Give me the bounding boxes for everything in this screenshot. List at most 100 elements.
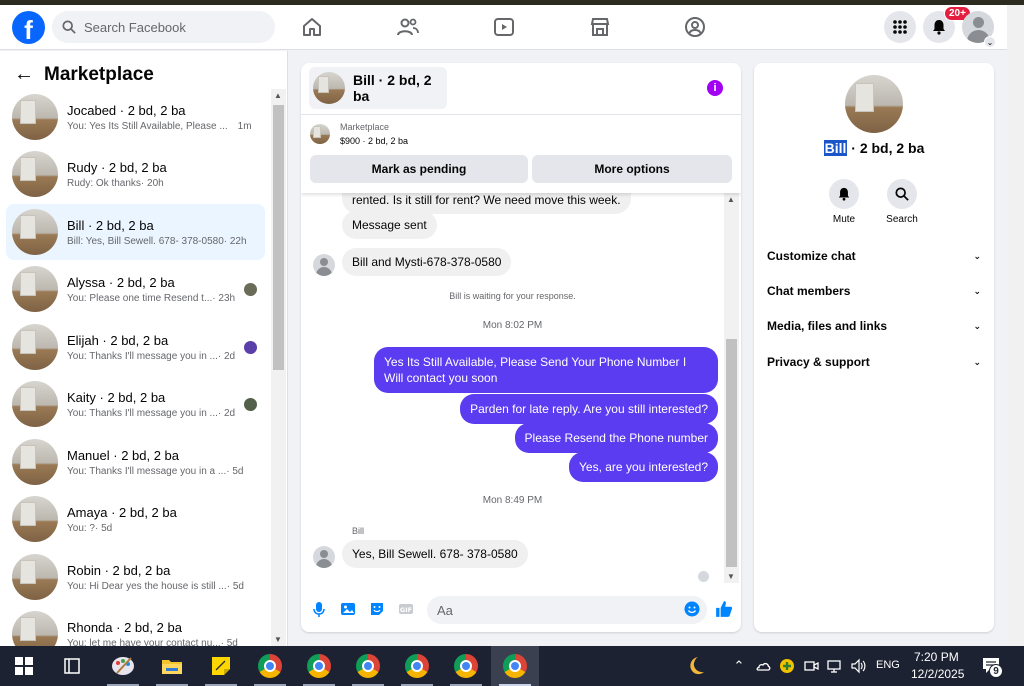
taskbar-file-explorer[interactable] [148, 646, 196, 686]
privacy-support-row[interactable]: Privacy & support ⌄ [767, 351, 981, 373]
scroll-down-arrow-icon[interactable]: ▼ [274, 635, 282, 644]
security-plus-icon[interactable] [779, 658, 795, 674]
taskbar-chrome-profile-3[interactable] [344, 646, 392, 686]
conversation-item[interactable]: Alyssa · 2 bd, 2 ba You: Please one time… [6, 261, 265, 317]
conversation-name: Rhonda · 2 bd, 2 ba [67, 619, 182, 635]
bell-icon [933, 20, 945, 35]
conversation-item[interactable]: Rhonda · 2 bd, 2 ba You: let me have you… [6, 606, 265, 646]
media-files-links-row[interactable]: Media, files and links ⌄ [767, 315, 981, 337]
chevron-up-icon[interactable]: ⌃ [731, 658, 747, 674]
taskbar-chrome-active[interactable] [491, 646, 539, 686]
conversation-preview: You: Thanks I'll message you in ... [67, 350, 218, 362]
scroll-up-arrow-icon[interactable]: ▲ [274, 91, 282, 100]
listing-thumbnail [12, 611, 58, 646]
scroll-down-arrow-icon[interactable]: ▼ [727, 572, 735, 581]
search-label: Search [886, 214, 918, 225]
clock-date[interactable]: 12/2/2025 [911, 667, 964, 681]
sticky-notes-icon [212, 657, 230, 675]
seen-avatar [244, 398, 257, 411]
search-icon [62, 20, 76, 34]
mark-as-pending-button[interactable]: Mark as pending [310, 155, 528, 183]
more-options-button[interactable]: More options [532, 155, 732, 183]
conversation-preview: You: Thanks I'll message you in ... [67, 407, 218, 419]
seen-avatar [244, 341, 257, 354]
thumbs-up-icon[interactable] [715, 600, 733, 618]
svg-text:GIF: GIF [400, 606, 412, 614]
marketplace-icon[interactable] [588, 15, 612, 39]
notification-center[interactable]: 9 [982, 656, 1004, 678]
conversation-name: Elijah · 2 bd, 2 ba [67, 332, 169, 348]
conversation-preview: You: Thanks I'll message you in a ... [67, 465, 227, 477]
chat-members-row[interactable]: Chat members ⌄ [767, 280, 981, 302]
conversation-name: Rudy · 2 bd, 2 ba [67, 159, 167, 175]
start-button[interactable] [0, 646, 48, 686]
conversation-time: 1m [237, 120, 252, 132]
taskbar-chrome-profile-5[interactable] [442, 646, 490, 686]
volume-icon[interactable] [851, 658, 867, 674]
sticker-icon[interactable] [369, 601, 385, 617]
message-input[interactable] [427, 596, 707, 624]
onedrive-icon[interactable] [755, 658, 771, 674]
groups-icon[interactable] [683, 15, 707, 39]
scrollbar-thumb[interactable] [273, 105, 284, 370]
chevron-down-icon[interactable]: ⌄ [984, 36, 996, 48]
chrome-icon [503, 654, 527, 678]
sender-avatar [313, 254, 335, 276]
task-view-button[interactable] [48, 646, 96, 686]
listing-thumbnail [12, 324, 58, 370]
conversation-item[interactable]: Robin · 2 bd, 2 ba You: Hi Dear yes the … [6, 549, 265, 605]
conversation-item[interactable]: Manuel · 2 bd, 2 ba You: Thanks I'll mes… [6, 434, 265, 490]
clock-time[interactable]: 7:20 PM [914, 650, 959, 664]
taskbar-sticky-notes[interactable] [197, 646, 245, 686]
conversations-scrollbar[interactable]: ▲ ▼ [271, 89, 286, 646]
network-icon[interactable] [827, 658, 843, 674]
photo-icon[interactable] [340, 601, 356, 617]
conversation-item[interactable]: Amaya · 2 bd, 2 ba You: ? · 5d [6, 491, 265, 547]
gif-icon[interactable]: GIF [398, 601, 414, 617]
search-input[interactable] [84, 19, 264, 35]
sender-name: Bill [352, 526, 365, 536]
moon-weather-icon[interactable] [684, 655, 706, 677]
taskbar-chrome-profile-4[interactable] [393, 646, 441, 686]
meet-camera-icon[interactable] [803, 658, 819, 674]
page-scrollbar[interactable] [1007, 5, 1024, 646]
chrome-icon [356, 654, 380, 678]
language-indicator[interactable]: ENG [876, 659, 900, 671]
emoji-icon[interactable] [684, 601, 700, 617]
listing-thumbnail [12, 554, 58, 600]
menu-button[interactable] [884, 11, 916, 43]
conversation-item-active[interactable]: Bill · 2 bd, 2 ba Bill: Yes, Bill Sewell… [6, 204, 265, 260]
scroll-up-arrow-icon[interactable]: ▲ [727, 195, 735, 204]
search-action[interactable]: Search [877, 179, 927, 225]
scrollbar-thumb[interactable] [726, 339, 737, 567]
outgoing-message: Parden for late reply. Are you still int… [460, 394, 718, 424]
conversation-item[interactable]: Elijah · 2 bd, 2 ba You: Thanks I'll mes… [6, 319, 265, 375]
conversation-preview: You: ? [67, 522, 95, 534]
info-icon[interactable]: i [707, 80, 723, 96]
folder-icon [162, 660, 182, 674]
home-icon[interactable] [300, 15, 324, 39]
mute-label: Mute [832, 214, 856, 225]
chat-title-button[interactable]: Bill · 2 bd, 2 ba [309, 67, 447, 109]
conversation-time: · 2d [217, 407, 236, 419]
taskbar-paint-app[interactable] [99, 646, 147, 686]
video-icon[interactable] [492, 15, 516, 39]
mute-action[interactable]: Mute [819, 179, 869, 225]
listing-thumbnail [12, 94, 58, 140]
customize-chat-row[interactable]: Customize chat ⌄ [767, 245, 981, 267]
chevron-down-icon: ⌄ [973, 285, 981, 296]
conversation-item[interactable]: Rudy · 2 bd, 2 ba Rudy: Ok thanks · 20h [6, 146, 265, 202]
microphone-icon[interactable] [311, 601, 327, 617]
friends-icon[interactable] [396, 15, 420, 39]
chat-scrollbar[interactable]: ▲ ▼ [724, 193, 739, 583]
facebook-logo[interactable]: f [12, 11, 45, 44]
conversation-time: · 5d [226, 465, 244, 477]
conversation-item[interactable]: Jocabed · 2 bd, 2 ba You: Yes Its Still … [6, 89, 265, 145]
conversation-item[interactable]: Kaity · 2 bd, 2 ba You: Thanks I'll mess… [6, 376, 265, 432]
taskbar-chrome-profile-2[interactable] [295, 646, 343, 686]
taskbar-chrome-profile-1[interactable] [246, 646, 294, 686]
row-label: Privacy & support [767, 355, 870, 369]
conversation-preview: You: Yes Its Still Available, Please ... [67, 120, 228, 132]
back-arrow-icon[interactable]: ← [14, 63, 34, 86]
search-box[interactable] [52, 11, 275, 43]
